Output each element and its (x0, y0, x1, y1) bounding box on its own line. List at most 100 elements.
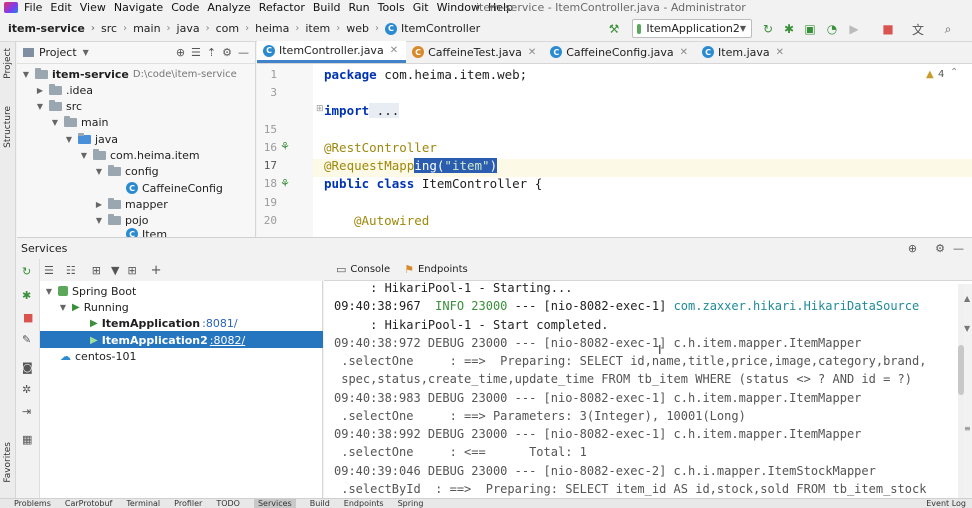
warning-icon[interactable]: ▲ (926, 69, 934, 80)
menu-edit[interactable]: Edit (50, 1, 71, 14)
close-icon[interactable]: ✕ (390, 45, 398, 56)
group-icon[interactable]: ⊞ (92, 264, 101, 277)
gear-icon[interactable]: ⚙ (935, 242, 945, 255)
run-icon[interactable]: ▶ (846, 21, 862, 37)
collapse-all-icon[interactable]: ☷ (66, 264, 76, 277)
close-icon[interactable]: ✕ (776, 47, 784, 58)
hammer-icon[interactable]: ⚒ (606, 21, 622, 37)
tree-item-caffeineconfig[interactable]: C CaffeineConfig (126, 180, 223, 196)
breadcrumb-src[interactable]: src › (101, 22, 133, 35)
coverage-icon[interactable]: ▣ (802, 21, 818, 37)
menu-tools[interactable]: Tools (378, 1, 405, 14)
tree-item-config[interactable]: ▼ config (94, 163, 159, 179)
tab-endpoints[interactable]: Endpoints (418, 264, 468, 275)
tree-item-mapper[interactable]: ▶ mapper (94, 196, 168, 212)
bug-icon[interactable]: ✲ (22, 383, 31, 396)
scroll-up-icon[interactable]: ▲ (964, 294, 970, 303)
tool-terminal[interactable]: Terminal (126, 499, 160, 508)
translate-icon[interactable]: 文 (910, 21, 926, 37)
debug-icon[interactable]: ✱ (781, 21, 797, 37)
locate-icon[interactable]: ⊕ (176, 46, 185, 59)
tree-item-src[interactable]: ▼ src (35, 98, 82, 114)
tool-services[interactable]: Services (253, 499, 296, 508)
service-itemapplication2[interactable]: ▶ ItemApplication2:8082/ (90, 332, 245, 348)
port-link[interactable]: :8082/ (210, 334, 245, 347)
chevron-down-icon[interactable]: ▼ (83, 48, 89, 57)
menu-window[interactable]: Window (437, 1, 480, 14)
breadcrumb-main[interactable]: main › (133, 22, 176, 35)
filter-icon[interactable]: ▼ (111, 264, 119, 277)
new-tab-icon[interactable]: ⊞ (127, 264, 136, 277)
spring-bean-gutter-icon[interactable]: ⚘ (280, 140, 290, 153)
folded-imports[interactable]: ... (369, 103, 400, 118)
camera-icon[interactable]: ◙ (22, 361, 33, 374)
menu-build[interactable]: Build (313, 1, 341, 14)
target-icon[interactable]: ⊕ (908, 242, 917, 255)
tree-item-item[interactable]: C Item (126, 228, 167, 237)
tool-event-log[interactable]: Event Log (926, 499, 966, 508)
service-spring-boot[interactable]: ▼ Spring Boot (44, 283, 136, 299)
service-itemapplication[interactable]: ▶ ItemApplication:8081/ (90, 315, 238, 331)
project-panel-title[interactable]: Project (39, 46, 77, 59)
tool-profiler[interactable]: Profiler (174, 499, 202, 508)
chevron-up-icon[interactable]: ⌃ (950, 67, 958, 78)
rerun-icon[interactable]: ↻ (760, 21, 776, 37)
tab-caffeineconfig[interactable]: C CaffeineConfig.java ✕ (544, 41, 696, 63)
breadcrumb-web[interactable]: web › (346, 22, 385, 35)
tool-problems[interactable]: Problems (14, 499, 51, 508)
close-icon[interactable]: ✕ (680, 47, 688, 58)
breadcrumb-class[interactable]: C ItemController (384, 22, 480, 35)
profile-icon[interactable]: ◔ (824, 21, 840, 37)
menu-view[interactable]: View (80, 1, 106, 14)
collapse-all-icon[interactable]: ⇡ (207, 46, 216, 59)
debug-icon[interactable]: ✱ (22, 289, 31, 302)
tool-window-favorites[interactable]: Favorites (3, 442, 13, 483)
stop-icon[interactable]: ■ (23, 311, 33, 324)
menu-git[interactable]: Git (413, 1, 429, 14)
menu-run[interactable]: Run (349, 1, 370, 14)
gear-icon[interactable]: ⚙ (222, 46, 232, 59)
spring-bean-gutter-icon[interactable]: ⚘ (280, 177, 290, 190)
tree-item-idea[interactable]: ▶ .idea (35, 82, 93, 98)
exit-icon[interactable]: ⇥ (22, 405, 31, 418)
tool-window-structure[interactable]: Structure (3, 106, 13, 148)
rerun-icon[interactable]: ↻ (22, 265, 31, 278)
soft-wrap-icon[interactable]: ≡ (964, 424, 971, 433)
tool-carprotobuf[interactable]: CarProtobuf (65, 499, 112, 508)
tool-todo[interactable]: TODO (216, 499, 240, 508)
minimize-icon[interactable]: — (953, 242, 964, 255)
tree-item-pojo[interactable]: ▼ pojo (94, 212, 149, 228)
port-link[interactable]: :8081/ (202, 317, 237, 330)
scroll-down-icon[interactable]: ▼ (964, 324, 970, 333)
tab-itemcontroller[interactable]: C ItemController.java ✕ (257, 41, 407, 63)
expand-all-icon[interactable]: ☰ (191, 46, 201, 59)
breadcrumb-com[interactable]: com › (216, 22, 256, 35)
menu-navigate[interactable]: Navigate (114, 1, 163, 14)
stop-icon[interactable]: ■ (880, 21, 896, 37)
tab-caffeinetest[interactable]: C CaffeineTest.java ✕ (406, 41, 544, 63)
add-service-icon[interactable]: + (151, 263, 162, 278)
tree-item-item-service[interactable]: ▼ item-service D:\code\item-service (21, 66, 237, 82)
tool-build[interactable]: Build (310, 499, 330, 508)
service-running-group[interactable]: ▼ ▶ Running (58, 299, 129, 315)
tab-console[interactable]: Console (350, 264, 390, 275)
layout-icon[interactable]: ▦ (22, 433, 32, 446)
expand-all-icon[interactable]: ☰ (44, 264, 54, 277)
tree-item-main[interactable]: ▼ main (50, 114, 108, 130)
menu-refactor[interactable]: Refactor (259, 1, 305, 14)
tab-item[interactable]: C Item.java ✕ (696, 41, 792, 63)
fold-icon[interactable]: ⊞ (316, 104, 324, 114)
close-icon[interactable]: ✕ (528, 47, 536, 58)
minimize-icon[interactable]: — (238, 46, 249, 59)
wrench-icon[interactable]: ✎ (22, 333, 31, 346)
tree-item-com-heima-item[interactable]: ▼ com.heima.item (79, 147, 200, 163)
tree-item-java[interactable]: ▼ java (64, 131, 118, 147)
menu-file[interactable]: File (24, 1, 42, 14)
breadcrumb-java[interactable]: java › (177, 22, 216, 35)
breadcrumb-item[interactable]: item › (305, 22, 346, 35)
breadcrumb-project[interactable]: item-service › (8, 22, 101, 35)
search-icon[interactable]: ⌕ (940, 21, 956, 37)
tool-window-project[interactable]: Project (3, 48, 13, 79)
tool-spring[interactable]: Spring (398, 499, 424, 508)
breadcrumb-heima[interactable]: heima › (255, 22, 305, 35)
